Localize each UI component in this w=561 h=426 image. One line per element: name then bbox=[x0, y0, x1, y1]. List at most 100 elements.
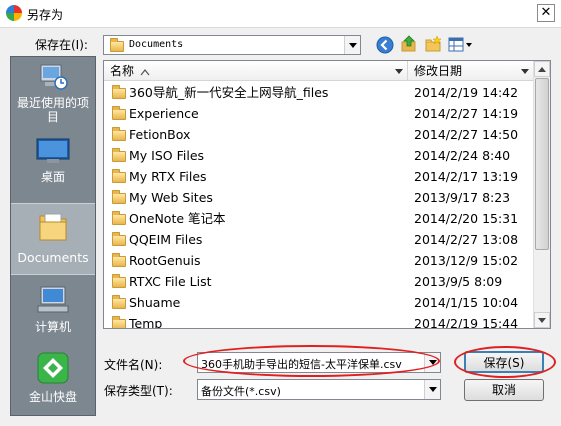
file-modified-date: 2013/9/5 8:09 bbox=[414, 274, 503, 289]
folder-icon bbox=[112, 295, 126, 309]
file-modified-date: 2013/9/17 8:23 bbox=[414, 190, 511, 205]
save-in-value: Documents bbox=[129, 39, 184, 50]
title-bar: 另存为 ✕ bbox=[0, 0, 561, 28]
new-folder-icon[interactable] bbox=[424, 35, 442, 53]
place-documents[interactable]: Documents bbox=[11, 203, 95, 275]
folder-icon bbox=[112, 253, 126, 267]
place-computer[interactable]: 计算机 bbox=[11, 285, 95, 341]
file-modified-date: 2013/12/9 15:02 bbox=[414, 253, 519, 268]
place-desktop[interactable]: 桌面 bbox=[11, 137, 95, 187]
folder-icon bbox=[112, 148, 126, 162]
close-button[interactable]: ✕ bbox=[537, 4, 555, 22]
file-name: FetionBox bbox=[129, 127, 191, 142]
file-name: QQEIM Files bbox=[129, 232, 203, 247]
file-name: My Web Sites bbox=[129, 190, 213, 205]
file-name: RTXC File List bbox=[129, 274, 212, 289]
filetype-value: 备份文件(*.csv) bbox=[201, 385, 281, 398]
back-icon[interactable] bbox=[376, 36, 394, 54]
place-label: 金山快盘 bbox=[28, 390, 77, 404]
app-icon bbox=[6, 5, 22, 21]
list-item[interactable]: My RTX Files 2014/2/17 13:19 bbox=[104, 166, 534, 187]
folder-icon bbox=[112, 190, 126, 204]
file-modified-date: 2014/1/15 10:04 bbox=[414, 295, 519, 310]
file-name: RootGenuis bbox=[129, 253, 201, 268]
list-item[interactable]: QQEIM Files 2014/2/27 13:08 bbox=[104, 229, 534, 250]
file-modified-date: 2014/2/17 13:19 bbox=[414, 169, 519, 184]
sort-ascending-icon bbox=[140, 69, 150, 76]
chevron-down-icon[interactable] bbox=[393, 61, 405, 81]
file-name: 360导航_新一代安全上网导航_files bbox=[129, 85, 329, 100]
place-kuaipan[interactable]: 金山快盘 bbox=[11, 351, 95, 407]
list-item[interactable]: 360导航_新一代安全上网导航_files 2014/2/19 14:42 bbox=[104, 82, 534, 103]
kuaipan-icon bbox=[37, 352, 69, 384]
folder-icon bbox=[110, 38, 124, 52]
file-modified-date: 2014/2/19 14:42 bbox=[414, 85, 519, 100]
column-header: 名称 修改日期 bbox=[104, 61, 534, 81]
documents-icon bbox=[39, 213, 67, 241]
column-name-label: 名称 bbox=[110, 64, 135, 78]
place-label: 桌面 bbox=[40, 170, 65, 184]
file-name: My RTX Files bbox=[129, 169, 207, 184]
list-item[interactable]: RTXC File List 2013/9/5 8:09 bbox=[104, 271, 534, 292]
file-modified-date: 2014/2/27 14:50 bbox=[414, 127, 519, 142]
chevron-down-icon[interactable] bbox=[344, 36, 360, 54]
cancel-button[interactable]: 取消 bbox=[464, 379, 544, 401]
folder-icon bbox=[112, 127, 126, 141]
list-item[interactable]: RootGenuis 2013/12/9 15:02 bbox=[104, 250, 534, 271]
file-modified-date: 2014/2/27 13:08 bbox=[414, 232, 519, 247]
list-item[interactable]: Temp 2014/2/19 15:44 bbox=[104, 313, 534, 329]
folder-icon bbox=[112, 169, 126, 183]
file-name: OneNote 笔记本 bbox=[129, 211, 226, 226]
places-bar: 最近使用的项目 桌面 Documents 计算机 金山快盘 bbox=[10, 56, 96, 416]
list-item[interactable]: FetionBox 2014/2/27 14:50 bbox=[104, 124, 534, 145]
place-label: Documents bbox=[17, 250, 89, 265]
place-recent-items[interactable]: 最近使用的项目 bbox=[11, 63, 95, 129]
folder-icon bbox=[112, 316, 126, 328]
file-name: Shuame bbox=[129, 295, 181, 310]
folder-icon bbox=[112, 85, 126, 99]
filename-combo[interactable]: 360手机助手导出的短信-太平洋保单.csv bbox=[197, 352, 441, 373]
column-name-header[interactable]: 名称 bbox=[104, 61, 408, 81]
chevron-down-icon[interactable] bbox=[424, 380, 440, 399]
filename-label: 文件名(N): bbox=[104, 358, 163, 372]
folder-icon bbox=[112, 274, 126, 288]
views-menu-icon[interactable] bbox=[448, 36, 476, 54]
file-list[interactable]: 名称 修改日期 360导航_新一代安全上网导航_files 2014/2/19 1… bbox=[103, 60, 551, 329]
folder-icon bbox=[112, 211, 126, 225]
chevron-down-icon[interactable] bbox=[519, 61, 531, 81]
list-item[interactable]: My Web Sites 2013/9/17 8:23 bbox=[104, 187, 534, 208]
column-modified-label: 修改日期 bbox=[414, 64, 463, 78]
folder-icon bbox=[112, 106, 126, 120]
save-button[interactable]: 保存(S) bbox=[464, 351, 544, 373]
file-modified-date: 2014/2/19 15:44 bbox=[414, 316, 519, 329]
scroll-up-button[interactable] bbox=[534, 61, 550, 77]
scroll-thumb[interactable] bbox=[535, 78, 549, 250]
filetype-label: 保存类型(T): bbox=[104, 384, 173, 398]
list-item[interactable]: Shuame 2014/1/15 10:04 bbox=[104, 292, 534, 313]
filename-input[interactable]: 360手机助手导出的短信-太平洋保单.csv bbox=[201, 356, 402, 372]
list-item[interactable]: Experience 2014/2/27 14:19 bbox=[104, 103, 534, 124]
window-title: 另存为 bbox=[27, 8, 64, 22]
computer-icon bbox=[37, 286, 69, 313]
file-name: Temp bbox=[129, 316, 163, 329]
vertical-scrollbar[interactable] bbox=[533, 61, 550, 328]
scroll-down-button[interactable] bbox=[534, 312, 550, 328]
recent-items-icon bbox=[40, 64, 68, 90]
file-modified-date: 2014/2/20 15:31 bbox=[414, 211, 519, 226]
list-item[interactable]: My ISO Files 2014/2/24 8:40 bbox=[104, 145, 534, 166]
save-in-combo[interactable]: Documents bbox=[103, 35, 361, 55]
place-label: 计算机 bbox=[34, 320, 71, 334]
place-label: 最近使用的项目 bbox=[16, 96, 89, 124]
desktop-icon bbox=[36, 138, 70, 163]
file-name: My ISO Files bbox=[129, 148, 205, 163]
save-in-label: 保存在(I): bbox=[35, 38, 88, 52]
file-modified-date: 2014/2/27 14:19 bbox=[414, 106, 519, 121]
folder-icon bbox=[112, 232, 126, 246]
file-rows: 360导航_新一代安全上网导航_files 2014/2/19 14:42 Expe… bbox=[104, 82, 534, 329]
column-modified-header[interactable]: 修改日期 bbox=[408, 61, 534, 81]
chevron-down-icon[interactable] bbox=[424, 353, 440, 372]
file-modified-date: 2014/2/24 8:40 bbox=[414, 148, 511, 163]
up-folder-icon[interactable] bbox=[400, 35, 418, 53]
list-item[interactable]: OneNote 笔记本 2014/2/20 15:31 bbox=[104, 208, 534, 229]
filetype-select[interactable]: 备份文件(*.csv) bbox=[197, 379, 441, 400]
